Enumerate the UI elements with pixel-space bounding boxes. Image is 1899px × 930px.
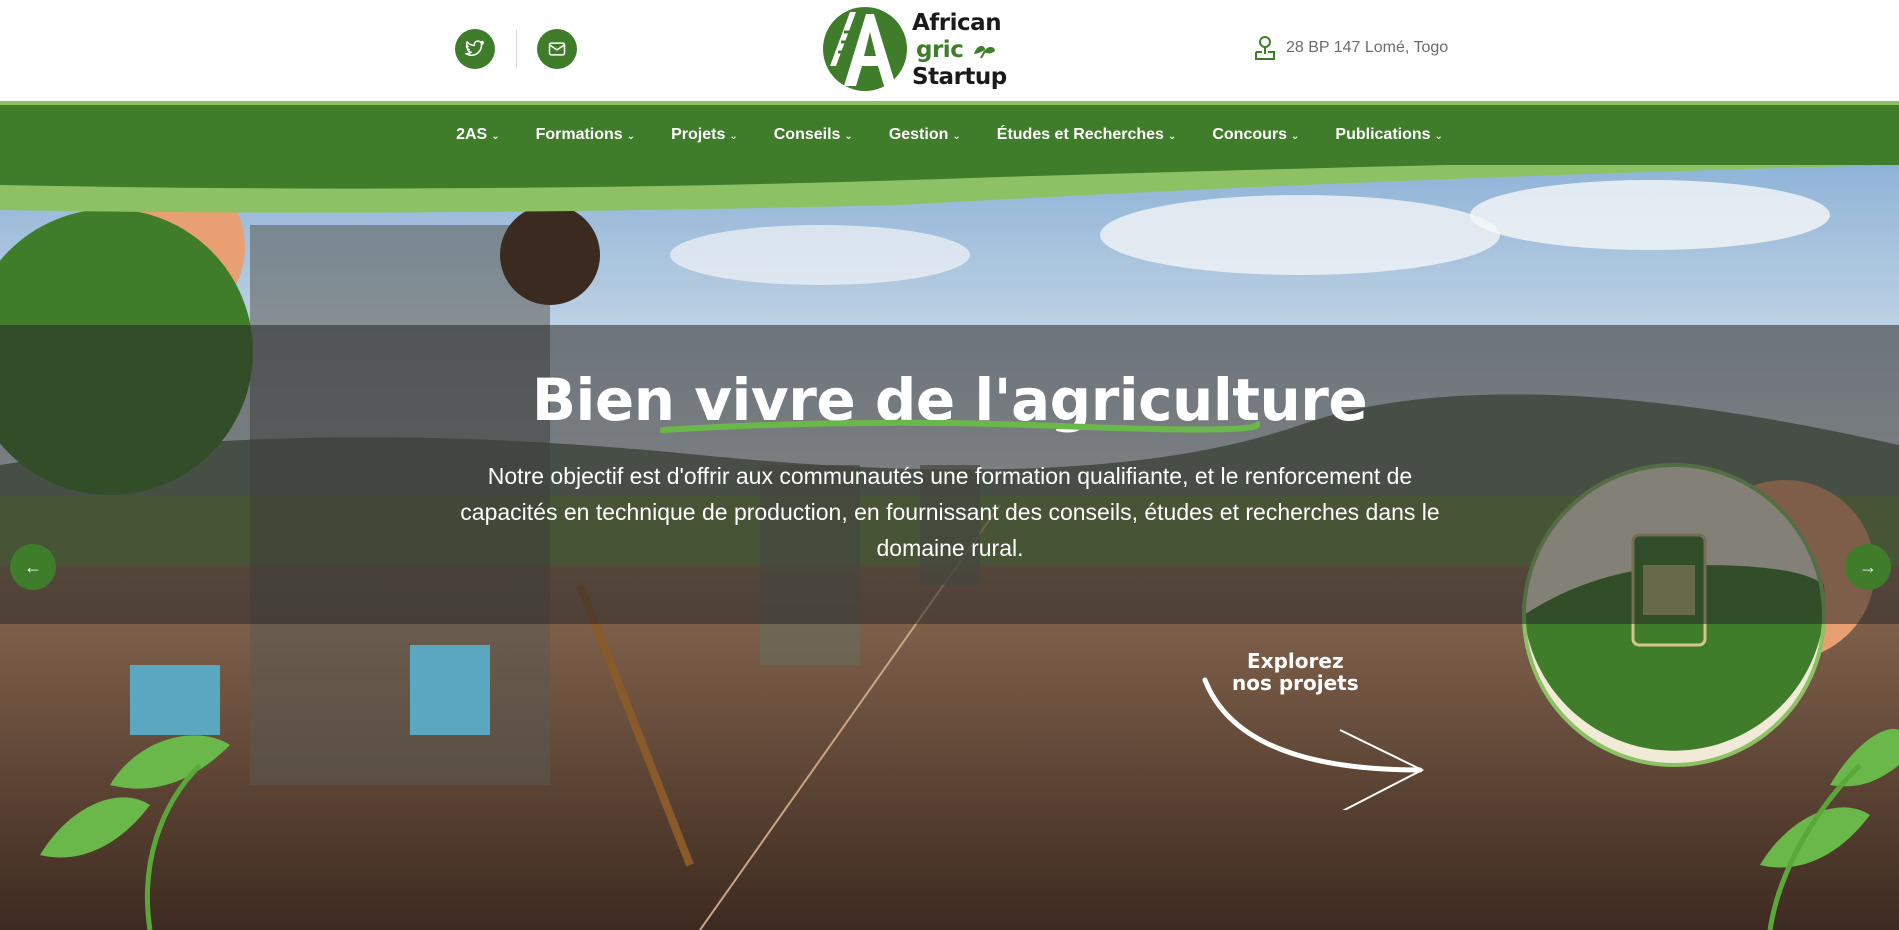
chevron-down-icon: ⌄ [729, 130, 738, 142]
nav-label: Gestion [888, 126, 949, 143]
title-underline [660, 419, 1260, 433]
location-pin-icon [1255, 36, 1275, 60]
slider-next-button[interactable]: → [1845, 544, 1891, 590]
logo-line1: African [912, 10, 1002, 36]
chevron-down-icon: ⌄ [1434, 130, 1443, 142]
chevron-down-icon: ⌄ [1291, 130, 1300, 142]
nav-item-2as[interactable]: 2AS ⌄ [438, 126, 518, 144]
logo-text: African gric Startup [912, 10, 1007, 91]
explore-line1: Explorez [1247, 649, 1344, 673]
main-nav: 2AS ⌄ Formations ⌄ Projets ⌄ Conseils ⌄ Gest… [0, 101, 1899, 165]
twitter-icon [465, 40, 485, 57]
twitter-button[interactable] [455, 29, 495, 69]
site-logo[interactable]: African gric Startup [822, 6, 1008, 92]
arrow-left-icon: ← [24, 556, 42, 577]
hero-slider: Bien vivre de l'agriculture Notre object… [0, 165, 1899, 930]
divider [516, 30, 517, 68]
nav-item-formations[interactable]: Formations ⌄ [518, 126, 654, 144]
leaf-icon [973, 45, 995, 58]
nav-item-concours[interactable]: Concours ⌄ [1194, 126, 1317, 144]
chevron-down-icon: ⌄ [491, 130, 500, 142]
nav-item-projets[interactable]: Projets ⌄ [653, 126, 756, 144]
arrow-right-icon: → [1859, 556, 1877, 577]
nav-label: 2AS [456, 126, 488, 143]
chevron-down-icon: ⌄ [952, 130, 961, 142]
nav-label: Concours [1212, 126, 1288, 143]
logo-line2: gric [912, 37, 1007, 64]
nav-label: Études et Recherches [996, 126, 1164, 143]
nav-item-conseils[interactable]: Conseils ⌄ [756, 126, 871, 144]
nav-label: Projets [671, 126, 726, 143]
chevron-down-icon: ⌄ [626, 130, 636, 142]
nav-label: Conseils [773, 126, 841, 143]
logo-line2-text: gric [916, 37, 964, 63]
mail-icon [548, 42, 566, 56]
nav-list: 2AS ⌄ Formations ⌄ Projets ⌄ Conseils ⌄ Gest… [0, 105, 1899, 165]
nav-item-publications[interactable]: Publications ⌄ [1317, 126, 1461, 144]
chevron-down-icon: ⌄ [844, 130, 853, 142]
nav-item-etudes[interactable]: Études et Recherches ⌄ [979, 126, 1195, 144]
slider-prev-button[interactable]: ← [10, 544, 56, 590]
logo-mark-icon [823, 7, 907, 91]
hero-description: Notre objectif est d'offrir aux communau… [460, 463, 1440, 561]
logo-line3: Startup [912, 64, 1007, 90]
top-header: African gric Startup 28 BP 147 Lomé, Tog… [0, 0, 1899, 101]
nav-label: Formations [535, 126, 623, 143]
email-button[interactable] [537, 29, 577, 69]
chevron-down-icon: ⌄ [1167, 130, 1177, 142]
address-text: 28 BP 147 Lomé, Togo [1286, 39, 1449, 56]
address: 28 BP 147 Lomé, Togo [1252, 34, 1448, 62]
curved-arrow-icon [1202, 677, 1425, 810]
nav-item-gestion[interactable]: Gestion ⌄ [871, 126, 979, 144]
nav-label: Publications [1335, 126, 1431, 143]
